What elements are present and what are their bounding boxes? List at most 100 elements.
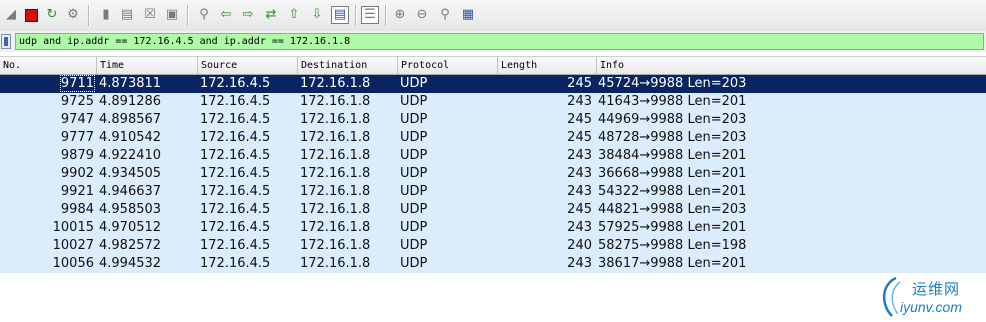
packet-row[interactable]: 9725 4.891286 172.16.4.5 172.16.1.8 UDP 243 41… — [0, 93, 986, 111]
packet-time: 4.994532 — [99, 256, 162, 271]
packet-length: 243 — [567, 220, 592, 235]
packet-info: 44821→9988 Len=203 — [598, 202, 747, 217]
packet-destination: 172.16.1.8 — [300, 184, 371, 199]
go-back-icon[interactable]: ⇦ — [217, 6, 235, 24]
packet-source: 172.16.4.5 — [200, 166, 271, 181]
packet-time: 4.970512 — [99, 220, 162, 235]
column-header-time[interactable]: Time — [97, 57, 198, 74]
zoom-in-icon[interactable]: ⊕ — [391, 6, 409, 24]
column-header-destination[interactable]: Destination — [298, 57, 398, 74]
packet-row[interactable]: 9921 4.946637 172.16.4.5 172.16.1.8 UDP 243 54… — [0, 183, 986, 201]
stop-capture-icon[interactable] — [22, 6, 40, 24]
packet-protocol: UDP — [400, 256, 428, 271]
autoscroll-icon[interactable]: ▤ — [331, 6, 349, 24]
packet-source: 172.16.4.5 — [200, 220, 271, 235]
packet-destination: 172.16.1.8 — [300, 94, 371, 109]
display-filter-input[interactable]: udp and ip.addr == 172.16.4.5 and ip.add… — [15, 33, 984, 50]
packet-protocol: UDP — [400, 130, 428, 145]
packet-row[interactable]: 10056 4.994532 172.16.4.5 172.16.1.8 UDP 243 3… — [0, 255, 986, 273]
find-packet-icon[interactable]: ⚲ — [195, 6, 213, 24]
packet-destination: 172.16.1.8 — [300, 256, 371, 271]
packet-length: 245 — [567, 130, 592, 145]
packet-row[interactable]: 9711 4.873811 172.16.4.5 172.16.1.8 UDP 245 45… — [0, 75, 986, 93]
packet-no: 9984 — [60, 202, 94, 217]
packet-row[interactable]: 9902 4.934505 172.16.4.5 172.16.1.8 UDP 243 36… — [0, 165, 986, 183]
packet-protocol: UDP — [400, 94, 428, 109]
packet-time: 4.910542 — [99, 130, 162, 145]
packet-row[interactable]: 10015 4.970512 172.16.4.5 172.16.1.8 UDP 243 5… — [0, 219, 986, 237]
column-header-protocol[interactable]: Protocol — [398, 57, 498, 74]
packet-no: 10027 — [52, 238, 94, 253]
toolbar-separator — [355, 5, 357, 26]
go-first-icon[interactable]: ⇧ — [285, 6, 303, 24]
packet-no: 9902 — [60, 166, 94, 181]
go-last-icon[interactable]: ⇩ — [308, 6, 326, 24]
reload-file-icon[interactable]: ▣ — [163, 6, 181, 24]
packet-row[interactable]: 9747 4.898567 172.16.4.5 172.16.1.8 UDP 245 44… — [0, 111, 986, 129]
column-header-no[interactable]: No. — [0, 57, 97, 74]
packet-length: 243 — [567, 148, 592, 163]
column-header-length[interactable]: Length — [498, 57, 597, 74]
packet-info: 45724→9988 Len=203 — [598, 76, 747, 91]
packet-row[interactable]: 10027 4.982572 172.16.4.5 172.16.1.8 UDP 240 5… — [0, 237, 986, 255]
packet-info: 38617→9988 Len=201 — [598, 256, 747, 271]
colorize-icon[interactable]: ☰ — [361, 6, 379, 24]
open-file-icon[interactable]: ▮ — [97, 6, 115, 24]
packet-source: 172.16.4.5 — [200, 184, 271, 199]
column-header-info[interactable]: Info — [597, 57, 986, 74]
packet-source: 172.16.4.5 — [200, 256, 271, 271]
packet-length: 243 — [567, 166, 592, 181]
go-to-packet-icon[interactable]: ⇄ — [262, 6, 280, 24]
display-filter-bar: udp and ip.addr == 172.16.4.5 and ip.add… — [0, 31, 986, 52]
zoom-normal-icon[interactable]: ⚲ — [436, 6, 454, 24]
packet-list-header: No. Time Source Destination Protocol Len… — [0, 56, 986, 75]
packet-info: 38484→9988 Len=201 — [598, 148, 747, 163]
packet-length: 243 — [567, 184, 592, 199]
packet-info: 58275→9988 Len=198 — [598, 238, 747, 253]
packet-time: 4.982572 — [99, 238, 162, 253]
packet-time: 4.934505 — [99, 166, 162, 181]
packet-source: 172.16.4.5 — [200, 112, 271, 127]
packet-time: 4.898567 — [99, 112, 162, 127]
watermark-logo: 运维网 iyunv.com — [878, 274, 982, 320]
watermark-text-top: 运维网 — [912, 280, 961, 298]
packet-source: 172.16.4.5 — [200, 130, 271, 145]
packet-no: 9747 — [60, 112, 94, 127]
packet-info: 48728→9988 Len=203 — [598, 130, 747, 145]
packet-source: 172.16.4.5 — [200, 202, 271, 217]
toolbar-separator — [187, 5, 189, 26]
toolbar-separator — [88, 5, 90, 26]
save-file-icon[interactable]: ▤ — [118, 6, 136, 24]
packet-length: 245 — [567, 112, 592, 127]
close-file-icon[interactable]: ☒ — [141, 6, 159, 24]
go-forward-icon[interactable]: ⇨ — [239, 6, 257, 24]
toolbar-separator — [385, 5, 387, 26]
packet-destination: 172.16.1.8 — [300, 76, 371, 91]
resize-columns-icon[interactable]: ▦ — [459, 6, 477, 24]
packet-info: 44969→9988 Len=203 — [598, 112, 747, 127]
packet-no: 9879 — [60, 148, 94, 163]
packet-time: 4.922410 — [99, 148, 162, 163]
packet-source: 172.16.4.5 — [200, 94, 271, 109]
capture-options-icon[interactable]: ⚙ — [64, 6, 82, 24]
packet-source: 172.16.4.5 — [200, 148, 271, 163]
packet-row[interactable]: 9777 4.910542 172.16.4.5 172.16.1.8 UDP 245 48… — [0, 129, 986, 147]
packet-destination: 172.16.1.8 — [300, 202, 371, 217]
packet-length: 243 — [567, 94, 592, 109]
packet-info: 36668→9988 Len=201 — [598, 166, 747, 181]
zoom-out-icon[interactable]: ⊖ — [413, 6, 431, 24]
packet-protocol: UDP — [400, 202, 428, 217]
packet-list: 9711 4.873811 172.16.4.5 172.16.1.8 UDP 245 45… — [0, 75, 986, 273]
packet-destination: 172.16.1.8 — [300, 112, 371, 127]
shark-fin-start-icon[interactable]: ◢ — [2, 6, 20, 24]
packet-protocol: UDP — [400, 238, 428, 253]
restart-capture-icon[interactable]: ↻ — [43, 6, 61, 24]
packet-no: 9711 — [59, 75, 96, 92]
filter-bookmark-icon[interactable] — [1, 34, 11, 49]
column-header-source[interactable]: Source — [198, 57, 298, 74]
packet-destination: 172.16.1.8 — [300, 220, 371, 235]
packet-no: 10056 — [52, 256, 94, 271]
packet-time: 4.891286 — [99, 94, 162, 109]
packet-row[interactable]: 9879 4.922410 172.16.4.5 172.16.1.8 UDP 243 38… — [0, 147, 986, 165]
packet-row[interactable]: 9984 4.958503 172.16.4.5 172.16.1.8 UDP 245 44… — [0, 201, 986, 219]
